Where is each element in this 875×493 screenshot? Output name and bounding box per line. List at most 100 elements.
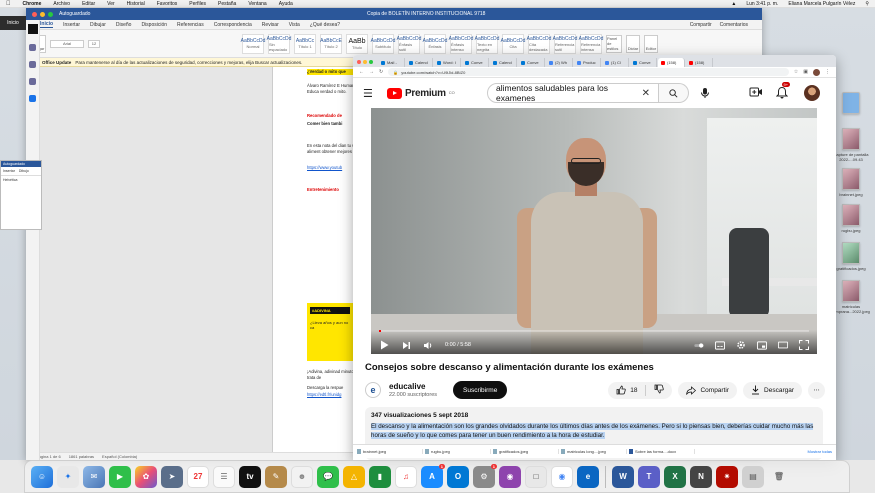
mail-app-icon[interactable]: ✉: [83, 465, 105, 488]
browser-tab[interactable]: Mail -: [378, 58, 405, 67]
status-word-count[interactable]: 1861 palabras: [69, 454, 94, 459]
browser-tab[interactable]: Conve: [462, 58, 489, 67]
next-button[interactable]: [401, 340, 411, 350]
editor-button[interactable]: Editor: [644, 34, 658, 53]
youtube-search-input[interactable]: alimentos saludables para los examenes ✕: [487, 83, 659, 103]
hamburger-menu-icon[interactable]: ☰: [363, 87, 383, 100]
theater-mode-button[interactable]: [778, 340, 788, 350]
tab-disposicion[interactable]: Disposición: [141, 22, 167, 28]
notes-brown-icon[interactable]: ✎: [265, 465, 287, 488]
wifi-icon[interactable]: ▲: [731, 1, 736, 7]
download-item[interactable]: brainnet.jpeg: [357, 449, 423, 454]
tell-me-input[interactable]: ¿Qué desea?: [310, 22, 340, 28]
browser-tab[interactable]: Word: I: [434, 58, 461, 67]
back-icon[interactable]: ←: [359, 69, 364, 75]
download-item[interactable]: rugbu.jpeg: [425, 449, 491, 454]
music-icon[interactable]: ♫: [395, 465, 417, 488]
browser-tab[interactable]: Calend: [406, 58, 433, 67]
app-store-icon[interactable]: A1: [421, 463, 445, 488]
tab-correspondencia[interactable]: Correspondencia: [214, 22, 252, 28]
calendar-icon[interactable]: 27: [187, 465, 209, 488]
menubar-item[interactable]: Editar: [82, 1, 95, 7]
browser-tab[interactable]: Conve: [518, 58, 545, 67]
check-icon[interactable]: [29, 95, 36, 102]
tab-dibujar[interactable]: Dibujar: [90, 22, 106, 28]
tab-insertar[interactable]: Insertar: [63, 22, 80, 28]
onenote-icon[interactable]: N: [690, 465, 712, 488]
style-intense-reference[interactable]: AaBbCcDd Referencia intensa: [579, 33, 603, 54]
subscribe-button[interactable]: Suscribirme: [453, 381, 508, 399]
font-name-select[interactable]: Arial: [50, 39, 84, 48]
autosave-label[interactable]: Autoguardado: [59, 11, 90, 17]
excel-icon[interactable]: X: [664, 465, 686, 488]
chrome-menu-icon[interactable]: ⋮: [825, 69, 830, 75]
download-item[interactable]: gratificados.jpeg: [493, 449, 559, 454]
bookmark-star-icon[interactable]: ☆: [794, 69, 798, 75]
channel-avatar[interactable]: e: [365, 382, 381, 398]
tab-revisar[interactable]: Revisar: [262, 22, 279, 28]
dictate-button[interactable]: Dictar: [626, 34, 640, 53]
close-window-button[interactable]: [357, 60, 361, 64]
autoplay-toggle[interactable]: [694, 340, 704, 350]
outlook-app-icon[interactable]: O: [447, 465, 469, 488]
youtube-account-avatar[interactable]: [804, 85, 820, 101]
status-language[interactable]: Español (Colombia): [102, 454, 137, 459]
keynote-icon[interactable]: △: [343, 465, 365, 488]
app-grid-icon[interactable]: [27, 24, 38, 34]
volume-button[interactable]: [423, 340, 433, 350]
address-bar[interactable]: 🔒 youtube.com/watch?v=U9lJld-8BIZ0: [388, 68, 789, 76]
tab-vista[interactable]: Vista: [289, 22, 300, 28]
messages-icon[interactable]: 💬: [317, 465, 339, 488]
browser-tab[interactable]: Calend: [490, 58, 517, 67]
photos-icon[interactable]: ✿: [135, 465, 157, 488]
comments-button[interactable]: Comentarios: [720, 22, 748, 28]
tab-diseno[interactable]: Diseño: [116, 22, 132, 28]
style-heading-1[interactable]: AaBbCc Título 1: [294, 33, 316, 54]
share-button[interactable]: Compartir: [678, 381, 738, 399]
apple-tv-icon[interactable]: tv: [239, 465, 261, 488]
style-no-spacing[interactable]: AaBbCcDd Sin espaciado: [267, 33, 291, 54]
forward-icon[interactable]: →: [369, 69, 374, 75]
extensions-icon[interactable]: ▣: [803, 69, 808, 75]
apple-icon[interactable]: : [6, 1, 11, 7]
mini-word-window[interactable]: Autoguardado Insertar Dibujo Helvética: [0, 160, 42, 230]
browser-tab[interactable]: Conve: [630, 58, 657, 67]
style-emphasis[interactable]: AaBbCcDd Énfasis: [423, 33, 447, 54]
word-app-icon[interactable]: W: [612, 465, 634, 488]
finder-icon[interactable]: ☺: [31, 465, 53, 488]
subtitles-button[interactable]: [715, 340, 725, 350]
menubar-item[interactable]: Ver: [107, 1, 115, 7]
podcasts-icon[interactable]: ◉: [499, 465, 521, 488]
dislike-button[interactable]: [654, 384, 665, 396]
menubar-user[interactable]: Eliana Marcela Pulgarín Vélez: [788, 1, 855, 7]
play-button[interactable]: [379, 340, 389, 350]
preview-icon[interactable]: □: [525, 465, 547, 488]
download-item[interactable]: Sobre las forma....docx: [629, 449, 695, 454]
style-heading-2[interactable]: AaBbCcE Título 2: [320, 33, 342, 54]
launchpad-rocket-icon[interactable]: ➤: [161, 465, 183, 488]
search-icon[interactable]: ⚲: [865, 1, 869, 7]
style-title[interactable]: AaBb Título: [346, 33, 368, 54]
acrobat-icon[interactable]: ✷: [716, 465, 738, 488]
menubar-item[interactable]: Historial: [127, 1, 145, 7]
style-quote[interactable]: AaBbCcDd Cita: [501, 33, 525, 54]
styles-pane-button[interactable]: Panel de estilos: [606, 34, 622, 53]
menubar-item[interactable]: Favoritos: [157, 1, 178, 7]
facetime-icon[interactable]: ▶: [109, 465, 131, 488]
safari-icon[interactable]: ✦: [57, 465, 79, 488]
browser-tab[interactable]: (2) Wh: [546, 58, 573, 67]
contacts-icon[interactable]: ☻: [291, 465, 313, 488]
clear-search-icon[interactable]: ✕: [642, 88, 650, 99]
system-preferences-icon[interactable]: ⚙ 1: [473, 463, 497, 488]
menubar-item[interactable]: Perfiles: [189, 1, 206, 7]
miniplayer-button[interactable]: [757, 340, 767, 350]
settings-button[interactable]: [736, 340, 746, 350]
zoom-window-button[interactable]: [369, 60, 373, 64]
channel-name[interactable]: educalive: [389, 382, 437, 391]
trash-icon[interactable]: 🗑: [768, 466, 790, 488]
style-normal[interactable]: AaBbCcDd Normal: [241, 33, 265, 54]
like-button[interactable]: 18: [616, 385, 637, 395]
mini-doc-font[interactable]: Helvética: [1, 175, 41, 184]
style-intense-emphasis[interactable]: AaBbCcDd Énfasis intenso: [449, 33, 473, 54]
folder-stack-icon[interactable]: ▤: [742, 465, 764, 488]
